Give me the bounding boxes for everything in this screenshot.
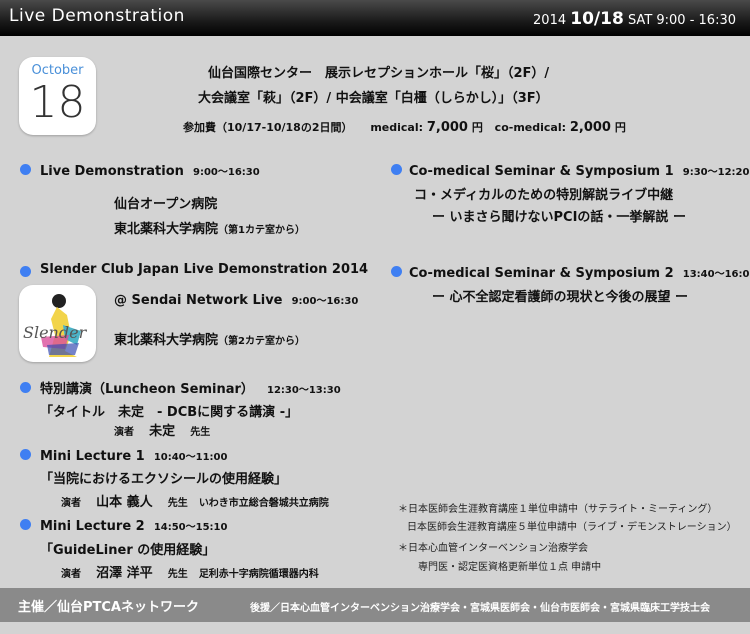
seminar1-time: 9:30〜12:20 <box>682 167 750 178</box>
slender-hospital: 東北薬科大学病院 <box>114 333 219 348</box>
note-4: 専門医・認定医資格更新単位１点 申請中 <box>418 562 602 573</box>
live-hospital-2-line: 東北薬科大学病院（第1カテ室から） <box>114 218 305 237</box>
slender-title: Slender Club Japan Live Demonstration 20… <box>40 262 369 277</box>
live-hospital-1: 仙台オープン病院 <box>114 197 218 212</box>
venue-line-2: 大会議室「萩」（2F）/ 中会議室「白橿（しらかし）」（3F） <box>198 91 549 106</box>
fee-comedical-amount: 2,000 <box>569 120 611 135</box>
event-datetime: 2014 10/18 SAT 9:00 - 16:30 <box>533 9 736 29</box>
special-speaker-label: 演者 <box>114 427 134 438</box>
live-hospital-2-note: （第1カテ室から） <box>218 225 305 236</box>
mini1-speaker-label: 演者 <box>61 498 81 509</box>
special-title: 特別講演（Luncheon Seminar） <box>40 382 254 397</box>
slender-club-logo: Slender <box>19 285 96 362</box>
sponsors: 後援／日本心血管インターベンション治療学会・宮城県医師会・仙台市医師会・宮城県臨… <box>250 603 710 614</box>
calendar-day: 18 <box>29 77 86 128</box>
live-time: 9:00〜16:30 <box>192 167 260 178</box>
bullet-icon <box>20 266 31 277</box>
special-speaker-line: 演者 未定 先生 <box>114 420 210 439</box>
bullet-icon <box>20 382 31 393</box>
slender-subtitle: @ Sendai Network Live <box>114 293 283 308</box>
special-topic: 「タイトル 未定 - DCBに関する講演 -」 <box>40 405 299 420</box>
special-heading: 特別講演（Luncheon Seminar） 12:30〜13:30 <box>40 378 341 397</box>
footer-bar: 主催／仙台PTCAネットワーク 後援／日本心血管インターベンション治療学会・宮城… <box>0 588 750 622</box>
mini2-speaker: 沼澤 洋平 <box>96 566 153 581</box>
bullet-icon <box>20 164 31 175</box>
seminar2-title: Co-medical Seminar & Symposium 2 <box>409 266 674 281</box>
bullet-icon <box>391 164 402 175</box>
mini1-honorific: 先生 <box>167 498 188 509</box>
mini2-speaker-label: 演者 <box>61 569 81 580</box>
fee-comedical-label: co-medical: <box>494 121 566 134</box>
live-heading: Live Demonstration 9:00〜16:30 <box>40 160 260 179</box>
bullet-icon <box>20 519 31 530</box>
seminar1-line-1: コ・メディカルのための特別解説ライブ中継 <box>414 188 674 203</box>
special-time: 12:30〜13:30 <box>267 385 341 396</box>
note-1: ＊日本医師会生涯教育講座１単位申請中（サテライト・ミーティング） <box>398 504 718 515</box>
mini1-speaker: 山本 義人 <box>96 495 153 510</box>
seminar2-time: 13:40〜16:00 <box>682 269 750 280</box>
fee-comedical-unit: 円 <box>614 121 626 134</box>
mini1-speaker-line: 演者 山本 義人 先生 いわき市立総合磐城共立病院 <box>61 491 329 510</box>
mini2-topic: 「GuideLiner の使用経験」 <box>40 543 216 558</box>
special-speaker: 未定 <box>149 424 176 439</box>
fee-medical-label: medical: <box>370 121 424 134</box>
event-time: SAT 9:00 - 16:30 <box>627 13 736 28</box>
organizer: 主催／仙台PTCAネットワーク <box>18 600 199 615</box>
mini1-heading: Mini Lecture 1 10:40〜11:00 <box>40 445 227 464</box>
mini2-heading: Mini Lecture 2 14:50〜15:10 <box>40 515 227 534</box>
live-hospital-2: 東北薬科大学病院 <box>114 222 219 237</box>
venue-line-1: 仙台国際センター 展示レセプションホール「桜」（2F）/ <box>208 66 550 81</box>
special-honorific: 先生 <box>190 427 211 438</box>
slender-logo-text: Slender <box>23 323 87 342</box>
header-bar: Live Demonstration 2014 10/18 SAT 9:00 -… <box>0 0 750 36</box>
calendar-month: October <box>31 63 84 78</box>
mini2-honorific: 先生 <box>167 569 188 580</box>
seminar1-heading: Co-medical Seminar & Symposium 1 9:30〜12… <box>409 160 749 179</box>
mini1-affiliation: いわき市立総合磐城共立病院 <box>198 498 329 509</box>
calendar-icon: October 18 <box>19 57 96 135</box>
slender-subtitle-line: @ Sendai Network Live 9:00〜16:30 <box>114 289 358 308</box>
seminar2-heading: Co-medical Seminar & Symposium 2 13:40〜1… <box>409 262 750 281</box>
mini1-time: 10:40〜11:00 <box>153 452 228 463</box>
mini1-topic: 「当院におけるエクソシールの使用経験」 <box>40 472 288 487</box>
seminar1-title: Co-medical Seminar & Symposium 1 <box>409 164 674 179</box>
slender-time: 9:00〜16:30 <box>291 296 359 307</box>
mini2-time: 14:50〜15:10 <box>153 522 228 533</box>
mini1-title: Mini Lecture 1 <box>40 449 145 464</box>
page-title: Live Demonstration <box>9 6 185 26</box>
mini2-title: Mini Lecture 2 <box>40 519 145 534</box>
fee-medical-amount: 7,000 <box>426 120 468 135</box>
live-title: Live Demonstration <box>40 164 184 179</box>
fee-line: 参加費（10/17-10/18の2日間） medical: 7,000 円 co… <box>183 119 626 135</box>
fee-label: 参加費（10/17-10/18の2日間） <box>183 121 353 134</box>
mini2-speaker-line: 演者 沼澤 洋平 先生 足利赤十字病院循環器内科 <box>61 562 319 581</box>
bullet-icon <box>20 449 31 460</box>
bottom-strip <box>0 622 750 634</box>
slender-hospital-line: 東北薬科大学病院（第2カテ室から） <box>114 329 305 348</box>
note-2: 日本医師会生涯教育講座５単位申請中（ライブ・デモンストレーション） <box>407 522 737 533</box>
bullet-icon <box>391 266 402 277</box>
note-3: ＊日本心血管インターベンション治療学会 <box>398 543 588 554</box>
mini2-affiliation: 足利赤十字病院循環器内科 <box>198 569 319 580</box>
fee-medical-unit: 円 <box>471 121 483 134</box>
seminar2-line-1: ー 心不全認定看護師の現状と今後の展望 ー <box>432 290 689 305</box>
slender-hospital-note: （第2カテ室から） <box>218 336 305 347</box>
seminar1-line-2: ー いまさら聞けないPCIの話・一挙解説 ー <box>432 210 686 225</box>
event-date: 10/18 <box>570 9 624 29</box>
event-year: 2014 <box>533 13 567 28</box>
